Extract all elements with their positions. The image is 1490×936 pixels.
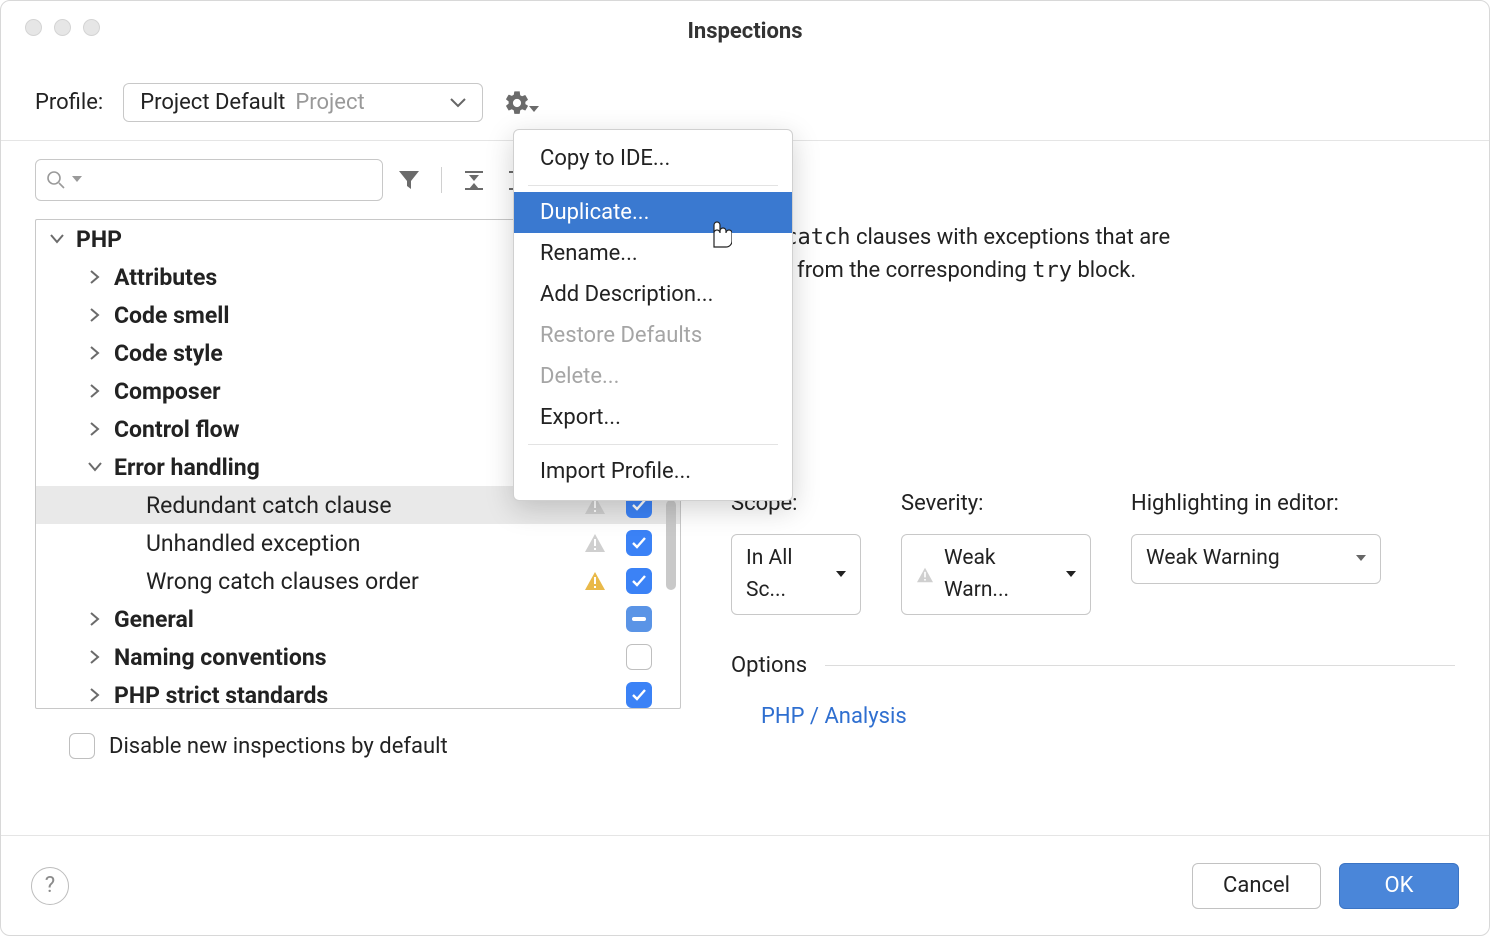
chevron-right-icon: [86, 650, 104, 664]
severity-value: Weak Warn...: [944, 543, 1056, 606]
tree-label: Composer: [114, 378, 221, 405]
cancel-label: Cancel: [1223, 873, 1290, 898]
desc-text: clauses with exceptions that are: [850, 225, 1170, 250]
tree-group-general[interactable]: General: [36, 600, 680, 638]
profile-selected: Project Default: [140, 90, 285, 115]
desc-code: catch: [784, 225, 850, 250]
desc-code: try: [1032, 258, 1072, 283]
inspection-description: s the catch clauses with exceptions that…: [731, 221, 1455, 287]
tree-label: General: [114, 606, 194, 633]
tree-label: Code style: [114, 340, 223, 367]
highlighting-value: Weak Warning: [1146, 543, 1280, 575]
tree-label: Code smell: [114, 302, 229, 329]
tree-leaf-wrong-catch-order[interactable]: Wrong catch clauses order: [36, 562, 680, 600]
menu-item-delete: Delete...: [514, 356, 792, 397]
inspections-dialog: Inspections Profile: Project Default Pro…: [0, 0, 1490, 936]
expand-all-icon[interactable]: [462, 169, 486, 191]
titlebar: Inspections: [1, 1, 1489, 61]
disable-new-label: Disable new inspections by default: [109, 734, 448, 759]
zoom-window-button[interactable]: [83, 19, 100, 36]
menu-item-duplicate[interactable]: Duplicate...: [514, 192, 792, 233]
pointer-cursor-icon: [706, 219, 732, 249]
chevron-right-icon: [86, 346, 104, 360]
ok-button[interactable]: OK: [1339, 863, 1459, 909]
tree-leaf-unhandled-exception[interactable]: Unhandled exception: [36, 524, 680, 562]
dialog-title: Inspections: [687, 19, 802, 44]
disable-new-checkbox[interactable]: [69, 733, 95, 759]
search-input[interactable]: [35, 159, 383, 201]
profile-label: Profile:: [35, 90, 103, 115]
menu-item-add-description[interactable]: Add Description...: [514, 274, 792, 315]
search-field[interactable]: [88, 168, 372, 193]
scrollbar-thumb[interactable]: [666, 500, 676, 590]
severity-label: Severity:: [901, 487, 1091, 520]
options-title: Options: [731, 649, 807, 682]
inspection-checkbox[interactable]: [626, 644, 652, 670]
help-button[interactable]: ?: [31, 867, 69, 905]
close-window-button[interactable]: [25, 19, 42, 36]
chevron-down-icon: [1356, 555, 1366, 562]
highlighting-label: Highlighting in editor:: [1131, 487, 1381, 520]
toolbar-divider: [441, 167, 442, 193]
chevron-down-icon: [836, 571, 846, 578]
inspection-checkbox[interactable]: [626, 606, 652, 632]
window-controls: [25, 19, 100, 36]
tree-label: Unhandled exception: [146, 530, 360, 557]
profile-scope: Project: [295, 90, 364, 115]
chevron-right-icon: [86, 384, 104, 398]
chevron-down-icon: [86, 462, 104, 472]
minimize-window-button[interactable]: [54, 19, 71, 36]
weak-warning-icon: [584, 533, 606, 553]
chevron-down-icon: [48, 234, 66, 244]
inspection-checkbox[interactable]: [626, 682, 652, 708]
disable-new-row: Disable new inspections by default: [35, 709, 681, 759]
options-section-header: Options: [731, 649, 1455, 682]
tree-label: Naming conventions: [114, 644, 327, 671]
chevron-right-icon: [86, 422, 104, 436]
inspection-checkbox[interactable]: [626, 530, 652, 556]
dialog-footer: ? Cancel OK: [1, 835, 1489, 935]
profile-select[interactable]: Project Default Project: [123, 83, 483, 122]
chevron-right-icon: [86, 308, 104, 322]
cancel-button[interactable]: Cancel: [1192, 863, 1321, 909]
tree-label: Redundant catch clause: [146, 492, 392, 519]
menu-item-copy-to-ide[interactable]: Copy to IDE...: [514, 138, 792, 179]
tree-label: Wrong catch clauses order: [146, 568, 419, 595]
menu-item-rename[interactable]: Rename...: [514, 233, 792, 274]
tree-label: PHP strict standards: [114, 682, 328, 709]
chevron-down-icon: [1066, 571, 1076, 578]
severity-select[interactable]: Weak Warn...: [901, 534, 1091, 615]
tree-label: Attributes: [114, 264, 217, 291]
profile-gear-button[interactable]: [503, 89, 539, 117]
options-link[interactable]: PHP / Analysis: [731, 700, 907, 733]
ok-label: OK: [1385, 873, 1414, 898]
chevron-down-icon: [450, 98, 466, 108]
profile-gear-menu: Copy to IDE... Duplicate... Rename... Ad…: [513, 129, 793, 501]
right-panel: s the catch clauses with exceptions that…: [681, 141, 1489, 781]
tree-label: Control flow: [114, 416, 240, 443]
tree-label: Error handling: [114, 454, 260, 481]
desc-text: block.: [1072, 258, 1136, 283]
highlighting-select[interactable]: Weak Warning: [1131, 534, 1381, 584]
filter-icon[interactable]: [397, 169, 421, 191]
menu-item-import-profile[interactable]: Import Profile...: [514, 451, 792, 492]
chevron-right-icon: [86, 270, 104, 284]
menu-item-export[interactable]: Export...: [514, 397, 792, 438]
tree-group-naming-conventions[interactable]: Naming conventions: [36, 638, 680, 676]
chevron-right-icon: [86, 612, 104, 626]
chevron-down-icon: [72, 176, 82, 184]
weak-warning-icon: [916, 567, 934, 583]
warning-icon: [584, 571, 606, 591]
chevron-right-icon: [86, 688, 104, 702]
inspection-checkbox[interactable]: [626, 568, 652, 594]
scope-value: In All Sc...: [746, 543, 826, 606]
scope-select[interactable]: In All Sc...: [731, 534, 861, 615]
menu-item-restore-defaults: Restore Defaults: [514, 315, 792, 356]
tree-label: PHP: [76, 226, 122, 253]
search-icon: [46, 170, 66, 190]
tree-group-php-strict[interactable]: PHP strict standards: [36, 676, 680, 709]
